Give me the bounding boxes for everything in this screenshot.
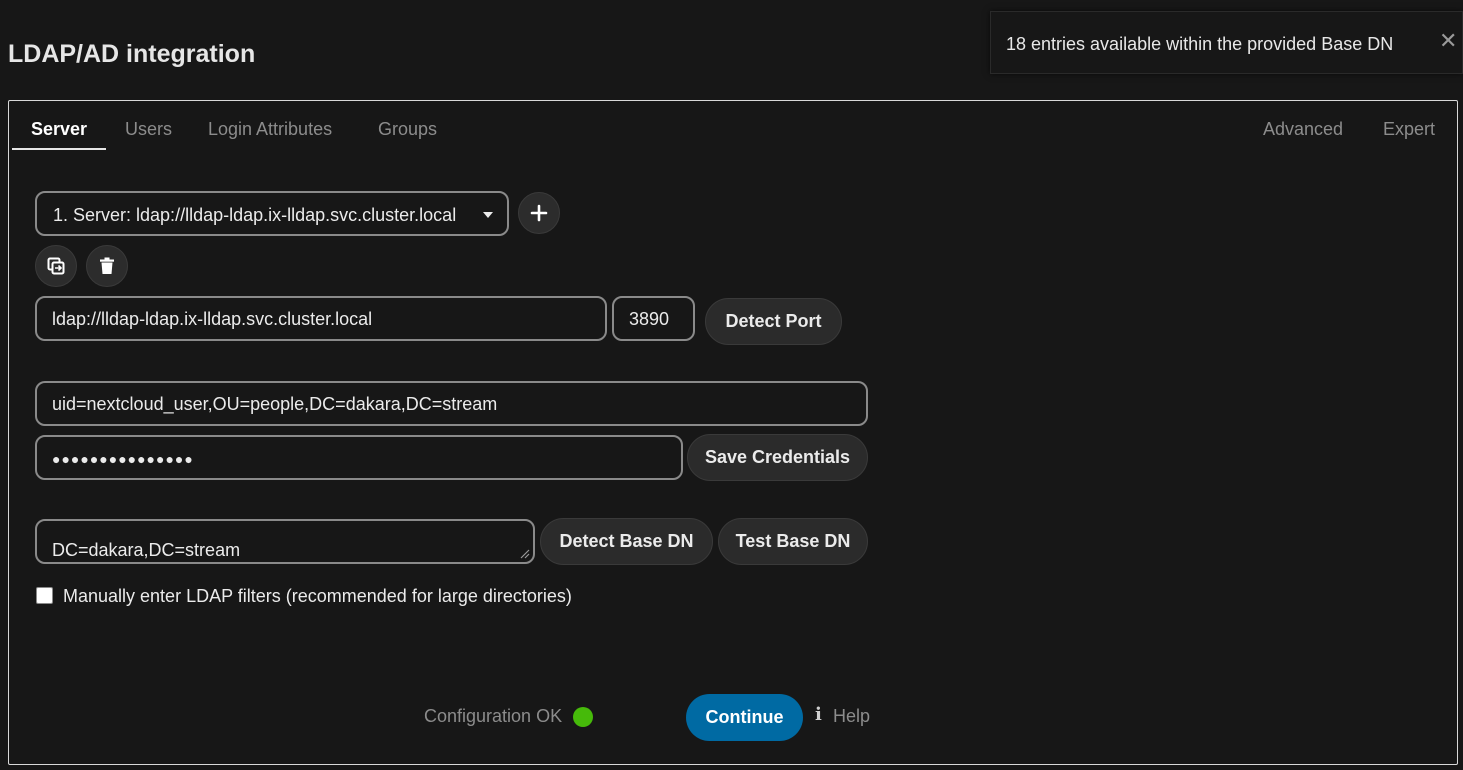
notification-toast: 18 entries available within the provided… <box>990 11 1463 74</box>
test-base-dn-button[interactable]: Test Base DN <box>718 518 868 565</box>
manual-filters-checkbox[interactable] <box>36 587 53 604</box>
user-dn-input-value: uid=nextcloud_user,OU=people,DC=dakara,D… <box>52 394 498 414</box>
tab-expert[interactable]: Expert <box>1383 119 1435 140</box>
delete-configuration-button[interactable] <box>86 245 128 287</box>
server-select[interactable]: 1. Server: ldap://lldap-ldap.ix-lldap.sv… <box>35 191 509 236</box>
help-link[interactable]: Help <box>833 706 870 727</box>
manual-filters-label: Manually enter LDAP filters (recommended… <box>63 586 572 606</box>
status-ok-indicator <box>573 707 593 727</box>
caret-down-icon <box>483 212 493 218</box>
port-input-value: 3890 <box>629 309 670 329</box>
close-icon[interactable]: ✕ <box>1439 30 1457 52</box>
plus-icon <box>530 204 548 222</box>
detect-port-button[interactable]: Detect Port <box>705 298 842 345</box>
tab-groups[interactable]: Groups <box>378 119 437 140</box>
user-dn-input[interactable]: uid=nextcloud_user,OU=people,DC=dakara,D… <box>35 381 868 426</box>
configuration-status-text: Configuration OK <box>424 706 563 726</box>
toast-message: 18 entries available within the provided… <box>1006 34 1394 54</box>
page-title: LDAP/AD integration <box>8 40 256 68</box>
copy-configuration-button[interactable] <box>35 245 77 287</box>
tab-server[interactable]: Server <box>31 119 87 140</box>
password-input[interactable]: ●●●●●●●●●●●●●●● <box>35 435 683 480</box>
host-input[interactable]: ldap://lldap-ldap.ix-lldap.svc.cluster.l… <box>35 296 607 341</box>
trash-icon <box>100 257 114 274</box>
copy-config-icon <box>47 257 65 275</box>
base-dn-value: DC=dakara,DC=stream <box>52 540 241 560</box>
active-tab-indicator <box>12 148 106 150</box>
base-dn-textarea[interactable]: DC=dakara,DC=stream <box>35 519 535 564</box>
continue-button[interactable]: Continue <box>686 694 803 741</box>
resize-grip-icon[interactable] <box>520 549 530 559</box>
info-icon: i <box>815 704 822 725</box>
server-select-value: 1. Server: ldap://lldap-ldap.ix-lldap.sv… <box>53 205 457 225</box>
save-credentials-button[interactable]: Save Credentials <box>687 434 868 481</box>
password-input-value: ●●●●●●●●●●●●●●● <box>52 451 194 467</box>
add-server-button[interactable] <box>518 192 560 234</box>
tab-users[interactable]: Users <box>125 119 172 140</box>
tab-advanced[interactable]: Advanced <box>1263 119 1343 140</box>
tab-login-attributes[interactable]: Login Attributes <box>208 119 332 140</box>
port-input[interactable]: 3890 <box>612 296 695 341</box>
host-input-value: ldap://lldap-ldap.ix-lldap.svc.cluster.l… <box>52 309 373 329</box>
detect-base-dn-button[interactable]: Detect Base DN <box>540 518 713 565</box>
